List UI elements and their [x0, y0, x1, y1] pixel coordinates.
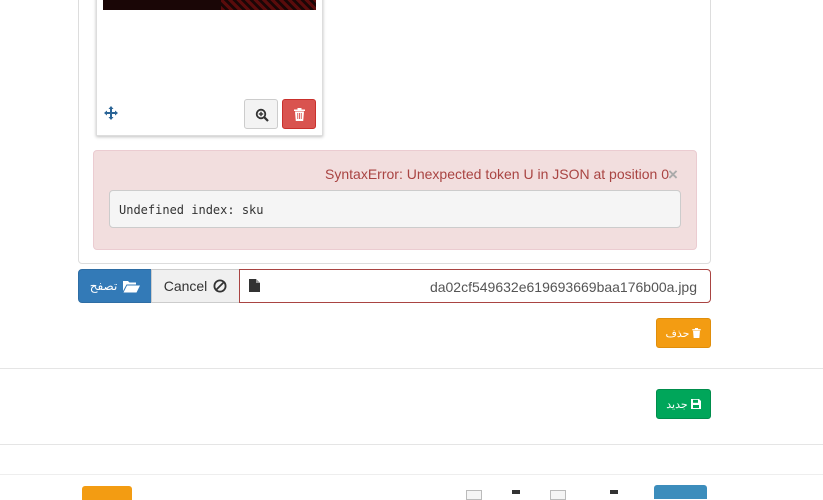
image-thumbnail [103, 0, 316, 10]
folder-open-icon [123, 280, 141, 292]
arrows-move-icon[interactable] [104, 106, 118, 120]
zoom-in-icon [255, 108, 269, 122]
zoom-button[interactable] [244, 99, 278, 129]
divider [0, 368, 823, 369]
cancel-upload-button[interactable]: Cancel [151, 269, 240, 303]
trash-icon [692, 328, 702, 338]
file-name-text: da02cf549632e619693669baa176b00a.jpg [429, 279, 697, 295]
error-detail: Undefined index: sku [109, 190, 681, 228]
save-icon [690, 399, 701, 409]
bottom-text-fragment [610, 490, 618, 494]
browse-label: تصفح [89, 279, 118, 293]
browse-button[interactable]: تصفح [78, 269, 152, 303]
delete-image-button[interactable] [282, 99, 316, 129]
new-label: جديد [666, 398, 688, 411]
bottom-orange-button[interactable] [82, 486, 132, 500]
alert-close-button[interactable]: × [668, 166, 680, 183]
bottom-text-fragment [512, 490, 520, 494]
divider [0, 444, 823, 445]
error-message: SyntaxError: Unexpected token U in JSON … [325, 166, 669, 182]
bottom-checkbox[interactable] [550, 490, 566, 500]
trash-icon [294, 108, 305, 121]
new-button[interactable]: جديد [656, 389, 711, 419]
file-icon [249, 279, 260, 292]
delete-label: حذف [665, 327, 690, 340]
ban-icon [213, 279, 227, 293]
delete-button[interactable]: حذف [656, 318, 711, 348]
divider [0, 474, 823, 475]
bottom-checkbox[interactable] [466, 490, 482, 500]
bottom-blue-button[interactable] [654, 485, 707, 499]
cancel-label: Cancel [163, 278, 208, 294]
